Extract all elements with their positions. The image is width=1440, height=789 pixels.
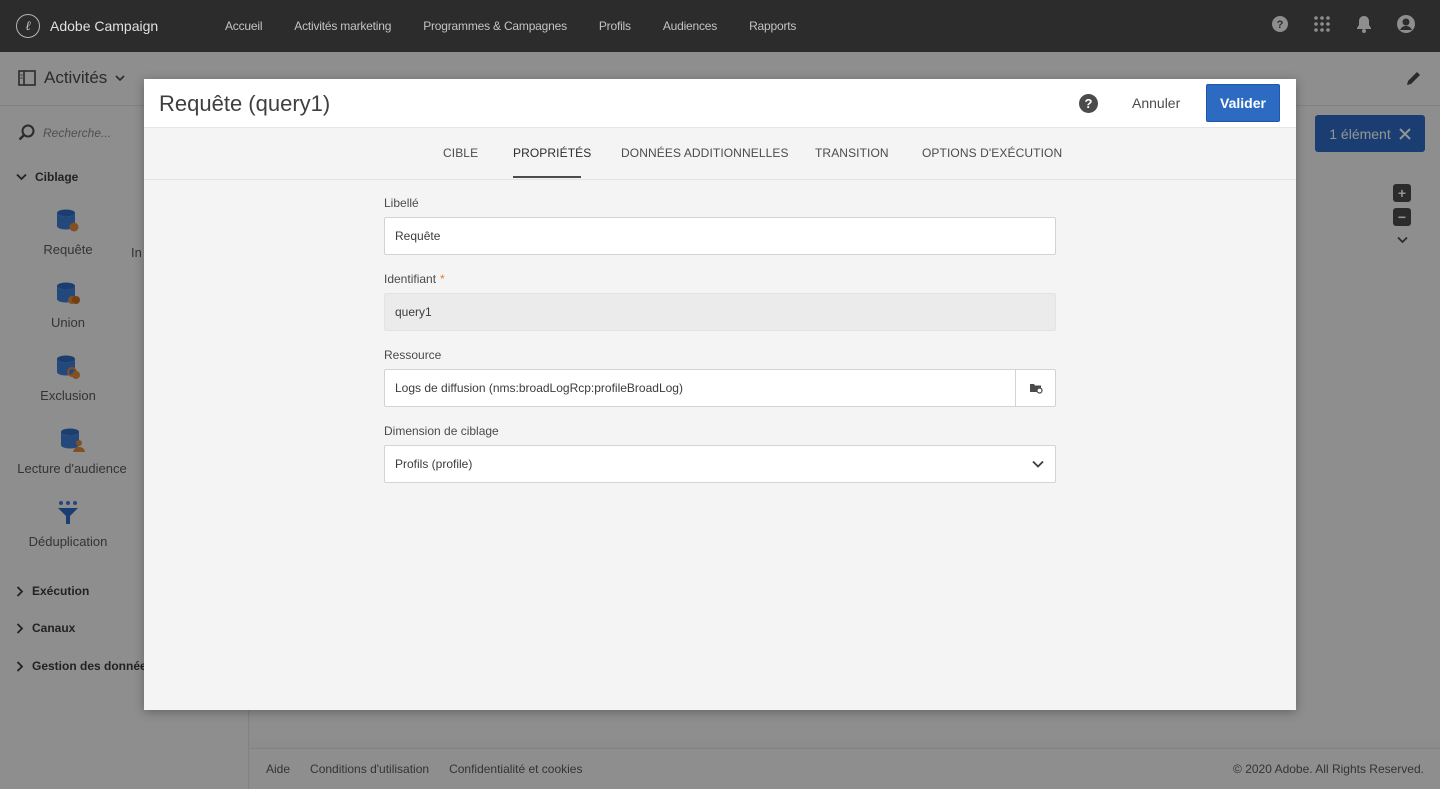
dimension-field-caption: Dimension de ciblage — [384, 424, 499, 438]
validate-button[interactable]: Valider — [1206, 84, 1280, 122]
dialog-title: Requête (query1) — [159, 91, 331, 116]
nav-programmes-campagnes[interactable]: Programmes & Campagnes — [407, 19, 583, 33]
nav-accueil[interactable]: Accueil — [209, 19, 278, 33]
svg-text:?: ? — [1277, 19, 1284, 31]
bell-icon[interactable] — [1354, 14, 1374, 34]
resource-browse-button[interactable] — [1015, 370, 1055, 406]
brand[interactable]: ℓ Adobe Campaign — [16, 14, 209, 38]
dimension-select-value: Profils (profile) — [395, 457, 473, 471]
brand-name: Adobe Campaign — [50, 18, 159, 34]
identifier-input-value: query1 — [395, 305, 432, 319]
tab-transition[interactable]: TRANSITION — [815, 146, 889, 160]
user-avatar-icon[interactable] — [1396, 14, 1416, 34]
active-tab-indicator — [513, 176, 581, 178]
nav-rapports[interactable]: Rapports — [733, 19, 812, 33]
help-icon[interactable]: ? — [1270, 14, 1290, 34]
cancel-button[interactable]: Annuler — [1124, 89, 1188, 117]
targeting-dimension-select[interactable]: Profils (profile) — [384, 445, 1056, 483]
top-navigation-bar: ℓ Adobe Campaign Accueil Activités marke… — [0, 0, 1440, 52]
identifier-field-caption: Identifiant * — [384, 272, 445, 286]
resource-input-value: Logs de diffusion (nms:broadLogRcp:profi… — [395, 381, 683, 395]
nav-activites-marketing[interactable]: Activités marketing — [278, 19, 407, 33]
tab-proprietes[interactable]: PROPRIÉTÉS — [513, 146, 591, 160]
top-icons: ? — [1270, 14, 1416, 34]
label-input-value: Requête — [395, 229, 441, 243]
tab-donnees-additionnelles[interactable]: DONNÉES ADDITIONNELLES — [621, 146, 789, 160]
identifier-caption-text: Identifiant — [384, 272, 437, 286]
folder-browse-icon — [1029, 384, 1043, 394]
nav-profils[interactable]: Profils — [583, 19, 647, 33]
resource-field-caption: Ressource — [384, 348, 442, 362]
dialog-tabs: CIBLE PROPRIÉTÉS DONNÉES ADDITIONNELLES … — [144, 128, 1296, 180]
adobe-campaign-logo-icon: ℓ — [16, 14, 40, 38]
nav-audiences[interactable]: Audiences — [647, 19, 733, 33]
dialog-header: Requête (query1) ? Annuler Valider — [144, 79, 1296, 128]
resource-input[interactable]: Logs de diffusion (nms:broadLogRcp:profi… — [384, 369, 1056, 407]
help-icon[interactable]: ? — [1079, 94, 1098, 113]
main-nav: Accueil Activités marketing Programmes &… — [209, 19, 812, 33]
tab-options-execution[interactable]: OPTIONS D'EXÉCUTION — [922, 146, 1062, 160]
required-marker: * — [440, 272, 445, 286]
tab-cible[interactable]: CIBLE — [443, 146, 478, 160]
apps-grid-icon[interactable] — [1312, 14, 1332, 34]
label-field-caption: Libellé — [384, 196, 419, 210]
identifier-input: query1 — [384, 293, 1056, 331]
chevron-down-icon — [1032, 460, 1044, 468]
label-input[interactable]: Requête — [384, 217, 1056, 255]
query-properties-dialog: Requête (query1) ? Annuler Valider CIBLE… — [144, 79, 1296, 710]
